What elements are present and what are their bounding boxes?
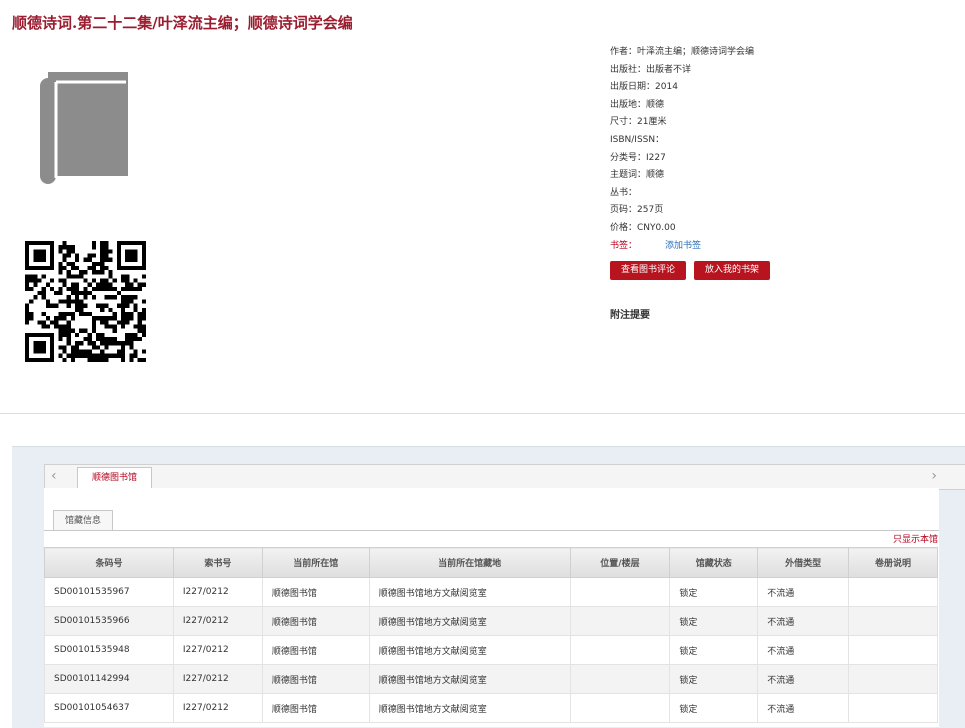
detail-subject: 主题词：顺德 bbox=[610, 170, 665, 181]
cell-current-library: 顺德图书馆 bbox=[261, 577, 370, 607]
cell-current-location: 顺德图书馆地方文献阅览室 bbox=[368, 606, 571, 636]
cell-barcode: SD00101535967 bbox=[44, 577, 174, 607]
cell-position-floor bbox=[569, 635, 671, 665]
cell-position-floor bbox=[569, 693, 671, 723]
chevron-left-icon[interactable]: ‹ bbox=[51, 468, 57, 484]
cell-status: 锁定 bbox=[669, 664, 759, 694]
subtab-divider bbox=[44, 530, 939, 531]
table-header-row: 条码号 索书号 当前所在馆 当前所在馆藏地 位置/楼层 馆藏状态 外借类型 卷册… bbox=[44, 547, 938, 578]
tab-library[interactable]: 顺德图书馆 bbox=[77, 467, 153, 488]
tab-holdings-info[interactable]: 馆藏信息 bbox=[53, 510, 114, 531]
col-current-library: 当前所在馆 bbox=[261, 547, 370, 578]
detail-publish-place: 出版地：顺德 bbox=[610, 99, 665, 110]
cell-status: 锁定 bbox=[669, 606, 759, 636]
book-icon bbox=[40, 72, 128, 184]
cell-volume-note bbox=[848, 693, 938, 723]
cell-call-number: I227/0212 bbox=[172, 693, 263, 723]
cell-volume-note bbox=[848, 577, 938, 607]
cell-current-location: 顺德图书馆地方文献阅览室 bbox=[368, 577, 571, 607]
cell-call-number: I227/0212 bbox=[172, 664, 263, 694]
cell-barcode: SD00101535966 bbox=[44, 606, 174, 636]
cell-loan-type: 不流通 bbox=[757, 606, 850, 636]
detail-classification: 分类号：I227 bbox=[610, 152, 666, 163]
cell-volume-note bbox=[848, 635, 938, 665]
col-status: 馆藏状态 bbox=[669, 547, 759, 578]
col-position-floor: 位置/楼层 bbox=[569, 547, 671, 578]
cell-position-floor bbox=[569, 664, 671, 694]
cell-status: 锁定 bbox=[669, 635, 759, 665]
cell-position-floor bbox=[569, 606, 671, 636]
cell-barcode: SD00101054637 bbox=[44, 693, 174, 723]
section-divider bbox=[0, 413, 965, 414]
col-loan-type: 外借类型 bbox=[757, 547, 850, 578]
detail-pages: 页码：257页 bbox=[610, 205, 664, 216]
detail-author: 作者：叶泽流主编；顺德诗词学会编 bbox=[610, 47, 755, 57]
cell-current-library: 顺德图书馆 bbox=[261, 606, 370, 636]
cell-position-floor bbox=[569, 577, 671, 607]
table-row: SD00101535948 I227/0212 顺德图书馆 顺德图书馆地方文献阅… bbox=[44, 635, 938, 665]
cell-current-library: 顺德图书馆 bbox=[261, 635, 370, 665]
cell-current-location: 顺德图书馆地方文献阅览室 bbox=[368, 664, 571, 694]
cell-current-library: 顺德图书馆 bbox=[261, 693, 370, 723]
table-row: SD00101054637 I227/0212 顺德图书馆 顺德图书馆地方文献阅… bbox=[44, 693, 938, 723]
col-volume-note: 卷册说明 bbox=[848, 547, 938, 578]
view-reviews-button[interactable]: 查看图书评论 bbox=[610, 261, 687, 280]
book-details: 作者：叶泽流主编；顺德诗词学会编 出版社：出版者不详 出版日期：2014 出版地… bbox=[610, 44, 754, 255]
cell-loan-type: 不流通 bbox=[757, 635, 850, 665]
detail-size: 尺寸：21厘米 bbox=[610, 117, 667, 128]
add-bookmark-link[interactable]: 添加书签 bbox=[665, 241, 701, 251]
table-row: SD00101142994 I227/0212 顺德图书馆 顺德图书馆地方文献阅… bbox=[44, 664, 938, 694]
qr-code-icon bbox=[25, 241, 146, 362]
detail-isbn: ISBN/ISSN： bbox=[610, 134, 665, 145]
table-row: SD00101535966 I227/0212 顺德图书馆 顺德图书馆地方文献阅… bbox=[44, 606, 938, 636]
cell-current-location: 顺德图书馆地方文献阅览室 bbox=[368, 635, 571, 665]
cell-loan-type: 不流通 bbox=[757, 577, 850, 607]
col-barcode: 条码号 bbox=[44, 547, 174, 578]
cell-barcode: SD00101142994 bbox=[44, 664, 174, 694]
annotation-heading: 附注提要 bbox=[610, 310, 650, 321]
col-call-number: 索书号 bbox=[172, 547, 263, 578]
cell-call-number: I227/0212 bbox=[172, 577, 263, 607]
col-current-location: 当前所在馆藏地 bbox=[368, 547, 571, 578]
detail-series: 丛书： bbox=[610, 187, 638, 198]
page-title: 顺德诗词.第二十二集/叶泽流主编；顺德诗词学会编 bbox=[12, 14, 353, 32]
only-this-library-link[interactable]: 只显示本馆 bbox=[893, 532, 938, 545]
cell-loan-type: 不流通 bbox=[757, 693, 850, 723]
cell-volume-note bbox=[848, 664, 938, 694]
chevron-right-icon[interactable]: › bbox=[931, 468, 937, 484]
cell-status: 锁定 bbox=[669, 577, 759, 607]
add-to-shelf-button[interactable]: 放入我的书架 bbox=[694, 261, 771, 280]
detail-publisher: 出版社：出版者不详 bbox=[610, 64, 692, 75]
cell-current-library: 顺德图书馆 bbox=[261, 664, 370, 694]
cell-call-number: I227/0212 bbox=[172, 606, 263, 636]
library-tab-bar: ‹ › bbox=[44, 464, 965, 490]
cell-call-number: I227/0212 bbox=[172, 635, 263, 665]
cell-status: 锁定 bbox=[669, 693, 759, 723]
cell-current-location: 顺德图书馆地方文献阅览室 bbox=[368, 693, 571, 723]
holdings-table: 条码号 索书号 当前所在馆 当前所在馆藏地 位置/楼层 馆藏状态 外借类型 卷册… bbox=[44, 547, 938, 723]
detail-bookmark: 书签： 添加书签 bbox=[610, 240, 702, 251]
cell-volume-note bbox=[848, 606, 938, 636]
cell-barcode: SD00101535948 bbox=[44, 635, 174, 665]
detail-price: 价格：CNY0.00 bbox=[610, 222, 676, 233]
table-row: SD00101535967 I227/0212 顺德图书馆 顺德图书馆地方文献阅… bbox=[44, 577, 938, 607]
cell-loan-type: 不流通 bbox=[757, 664, 850, 694]
detail-publish-date: 出版日期：2014 bbox=[610, 82, 678, 93]
